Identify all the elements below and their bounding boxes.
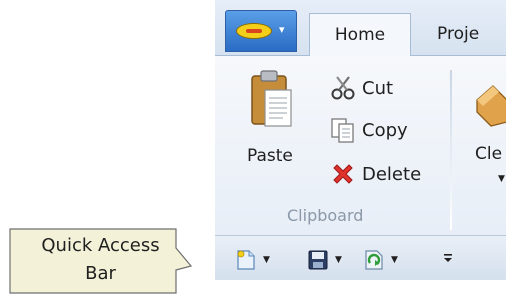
scissors-icon [331,76,355,100]
chevron-down-icon[interactable]: ▼ [263,255,270,265]
new-doc-icon [237,250,255,270]
tab-home[interactable]: Home [309,13,411,56]
ribbon-tab-bar: ▾ Home Proje [215,0,506,56]
application-menu-button[interactable]: ▾ [225,10,297,52]
application-window: ▾ Home Proje Paste Cut Copy Delete Clipb… [215,0,506,280]
group-divider [450,70,452,230]
callout-label: Quick Access Bar [9,232,192,288]
clear-button-label[interactable]: Cle [475,144,502,164]
refresh-icon [365,250,383,270]
chevron-down-icon: ▾ [279,23,285,36]
chevron-down-icon[interactable]: ▼ [391,255,398,265]
qat-new-button[interactable]: ▼ [235,248,270,272]
quick-access-toolbar: ▼ ▼ ▼ [215,236,506,280]
paste-button-label[interactable]: Paste [247,146,293,166]
delete-label: Delete [362,163,422,185]
customize-qat-icon[interactable] [442,250,454,266]
delete-button[interactable]: Delete [330,158,421,190]
chevron-down-icon[interactable]: ▼ [498,174,505,184]
copy-label: Copy [362,119,408,141]
save-icon [308,250,328,270]
callout-line-1: Quick Access [41,235,160,256]
clipboard-group-label: Clipboard [287,206,364,225]
qat-refresh-button[interactable]: ▼ [363,248,398,272]
ribbon-panel: Paste Cut Copy Delete Clipboard Cle ▼ [215,56,506,236]
cut-label: Cut [362,77,394,99]
paste-icon[interactable] [251,70,293,132]
delete-x-icon [333,164,353,184]
app-logo-icon [236,23,272,39]
cut-button[interactable]: Cut [330,72,393,104]
qat-save-button[interactable]: ▼ [307,248,342,272]
copy-icon [331,118,354,143]
tab-project[interactable]: Proje [435,13,506,56]
chevron-down-icon[interactable]: ▼ [335,255,342,265]
callout-line-2: Bar [85,263,116,284]
copy-button[interactable]: Copy [330,114,408,146]
eraser-icon[interactable] [473,82,506,130]
